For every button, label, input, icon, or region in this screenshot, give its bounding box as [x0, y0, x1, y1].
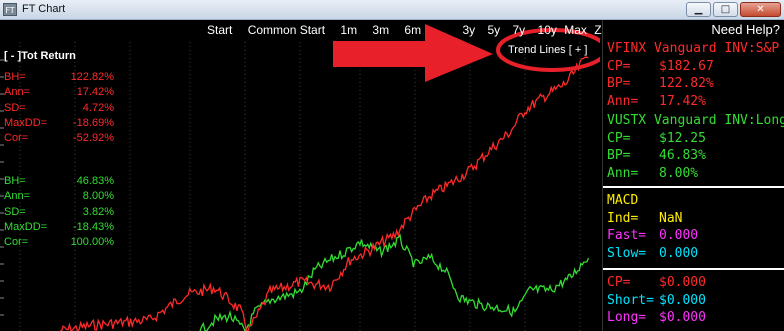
stat-row: SD= 4.72% — [4, 101, 114, 114]
range-5y-button[interactable]: 5y — [487, 23, 500, 37]
range-3m-button[interactable]: 3m — [372, 23, 389, 37]
trend-lines-button[interactable]: Trend Lines [ + ] — [508, 44, 587, 56]
stat-row: Cor= -52.92% — [4, 132, 114, 145]
minimize-button[interactable]: ▁ — [686, 2, 711, 17]
range-3y-button[interactable]: 3y — [462, 23, 475, 37]
series-2-info: VUSTX Vanguard INV:Long CP= $12.25 BP= 46.… — [607, 112, 784, 182]
chart-area[interactable]: Start Common Start 1m 3m 6m 3y 5y 7y 10y… — [0, 20, 625, 331]
stats-series-2: BH= 46.83% Ann= 8.00% SD= 3.82% MaxDD= -18.4… — [4, 174, 114, 250]
stat-row: Ann= 8.00% — [4, 190, 114, 203]
macd-title: MACD — [607, 193, 639, 208]
info-panel: Need Help? VFINX Vanguard INV:S&P CP= $18… — [602, 20, 784, 331]
stat-row: MaxDD= -18.43% — [4, 220, 114, 233]
stat-row: BH= 46.83% — [4, 175, 114, 187]
app-icon: FT — [3, 3, 17, 16]
series-2-name: VUSTX Vanguard INV:Long — [607, 113, 784, 128]
range-bar: Start Common Start 1m 3m 6m 3y 5y 7y 10y… — [207, 23, 637, 37]
separator — [603, 186, 784, 188]
macd-info: MACD Ind= NaN Fast= 0.000 Slow= 0.000 — [607, 193, 699, 261]
separator — [603, 268, 784, 270]
range-start-button[interactable]: Start — [207, 23, 232, 37]
range-max-button[interactable]: Max — [564, 23, 587, 37]
maximize-button[interactable]: □ — [713, 2, 738, 17]
stat-row: Ann= 17.42% — [4, 86, 114, 99]
stat-row: MaxDD= -18.69% — [4, 116, 114, 129]
title-bar: FT FT Chart ▁ □ ✕ — [0, 0, 784, 20]
window-title: FT Chart — [22, 3, 66, 15]
range-7y-button[interactable]: 7y — [513, 23, 526, 37]
stat-row: BH= 122.82% — [4, 71, 114, 83]
stat-row: SD= 3.82% — [4, 205, 114, 218]
need-help-link[interactable]: Need Help? — [711, 22, 780, 37]
range-6m-button[interactable]: 6m — [404, 23, 421, 37]
range-10y-button[interactable]: 10y — [538, 23, 557, 37]
series-line-vustx — [199, 233, 590, 331]
stats-series-1: BH= 122.82% Ann= 17.42% SD= 4.72% MaxDD= -18… — [4, 70, 114, 146]
range-common-start-button[interactable]: Common Start — [248, 23, 325, 37]
tot-return-title[interactable]: [ - ]Tot Return — [4, 50, 76, 62]
close-button[interactable]: ✕ — [740, 2, 781, 17]
series-1-info: VFINX Vanguard INV:S&P CP= $182.67 BP= 122… — [607, 41, 780, 109]
stat-row: Cor= 100.00% — [4, 236, 114, 249]
series-1-name: VFINX Vanguard INV:S&P — [607, 41, 780, 56]
position-info: CP= $0.000 Short= $0.000 Long= $0.000 — [607, 275, 706, 325]
series-line-vfinx — [59, 56, 589, 331]
range-1m-button[interactable]: 1m — [340, 23, 357, 37]
